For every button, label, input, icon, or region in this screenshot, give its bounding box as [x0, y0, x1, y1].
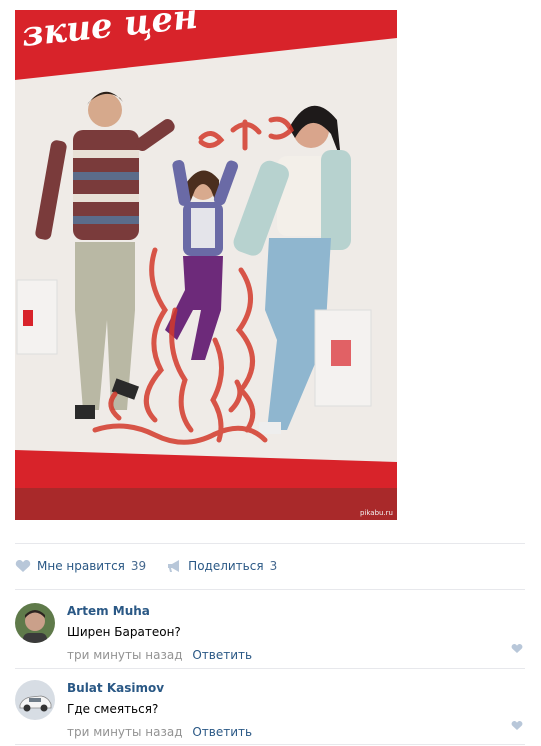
reply-link[interactable]: Ответить — [192, 648, 252, 662]
heart-icon — [15, 559, 31, 573]
comment-author[interactable]: Artem Muha — [67, 603, 525, 619]
share-label: Поделиться — [188, 559, 264, 573]
comment-text: Где смеяться? — [67, 702, 159, 716]
share-button[interactable]: Поделиться 3 — [166, 559, 277, 573]
watermark: pikabu.ru — [359, 509, 393, 517]
share-count: 3 — [269, 559, 278, 573]
comment-time[interactable]: три минуты назад — [67, 648, 183, 662]
like-count: 39 — [130, 559, 147, 573]
divider — [15, 744, 525, 745]
comment: Bulat Kasimov Где смеяться? три минуты н… — [15, 680, 525, 740]
megaphone-icon — [166, 559, 182, 573]
divider — [15, 543, 525, 544]
comment: Artem Muha Ширен Баратеон? три минуты на… — [15, 603, 525, 663]
comment-author[interactable]: Bulat Kasimov — [67, 680, 525, 696]
like-button[interactable]: Мне нравится 39 — [15, 559, 146, 573]
post-actions: Мне нравится 39 Поделиться 3 — [15, 556, 277, 576]
post-photo[interactable]: зкие цен pikabu.ru — [15, 10, 397, 520]
divider — [15, 668, 525, 669]
reply-link[interactable]: Ответить — [192, 725, 252, 739]
comment-like-icon[interactable] — [511, 720, 523, 731]
comment-text: Ширен Баратеон? — [67, 625, 181, 639]
avatar[interactable] — [15, 680, 55, 720]
comment-time[interactable]: три минуты назад — [67, 725, 183, 739]
avatar[interactable] — [15, 603, 55, 643]
divider — [15, 589, 525, 590]
comment-like-icon[interactable] — [511, 643, 523, 654]
like-label: Мне нравится — [37, 559, 125, 573]
billboard-image: зкие цен — [15, 10, 397, 520]
